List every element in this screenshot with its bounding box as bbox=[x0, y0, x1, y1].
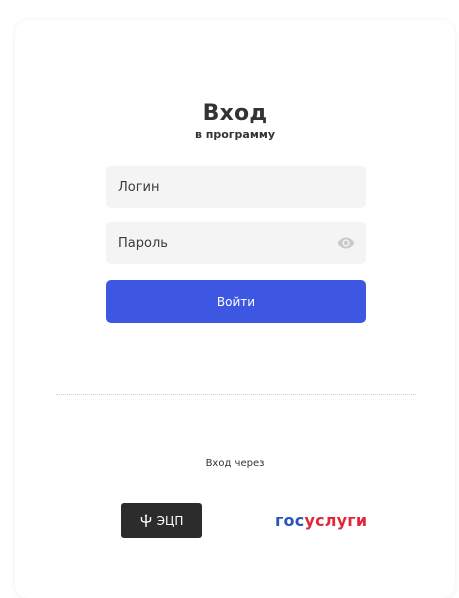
gosuslugi-logo-part2: услуги bbox=[304, 510, 368, 530]
alt-login-label: Вход через bbox=[205, 458, 265, 469]
page-subtitle: в программу bbox=[194, 128, 276, 141]
password-input[interactable] bbox=[106, 222, 366, 264]
gosuslugi-logo-part1: гос bbox=[275, 510, 305, 530]
usb-icon bbox=[140, 513, 152, 528]
gosuslugi-button[interactable]: гос услуги bbox=[275, 508, 367, 532]
ecp-button-label: ЭЦП bbox=[156, 513, 184, 528]
page-title: Вход bbox=[202, 101, 268, 126]
password-field-wrapper bbox=[106, 222, 366, 264]
login-input[interactable] bbox=[106, 166, 366, 208]
divider bbox=[56, 394, 416, 395]
login-card: Вход в программу Войти Вход через bbox=[15, 20, 455, 598]
ecp-button[interactable]: ЭЦП bbox=[121, 503, 202, 538]
eye-icon[interactable] bbox=[336, 234, 356, 252]
login-page: Вход в программу Войти Вход через bbox=[0, 0, 459, 598]
submit-button[interactable]: Войти bbox=[106, 280, 366, 323]
